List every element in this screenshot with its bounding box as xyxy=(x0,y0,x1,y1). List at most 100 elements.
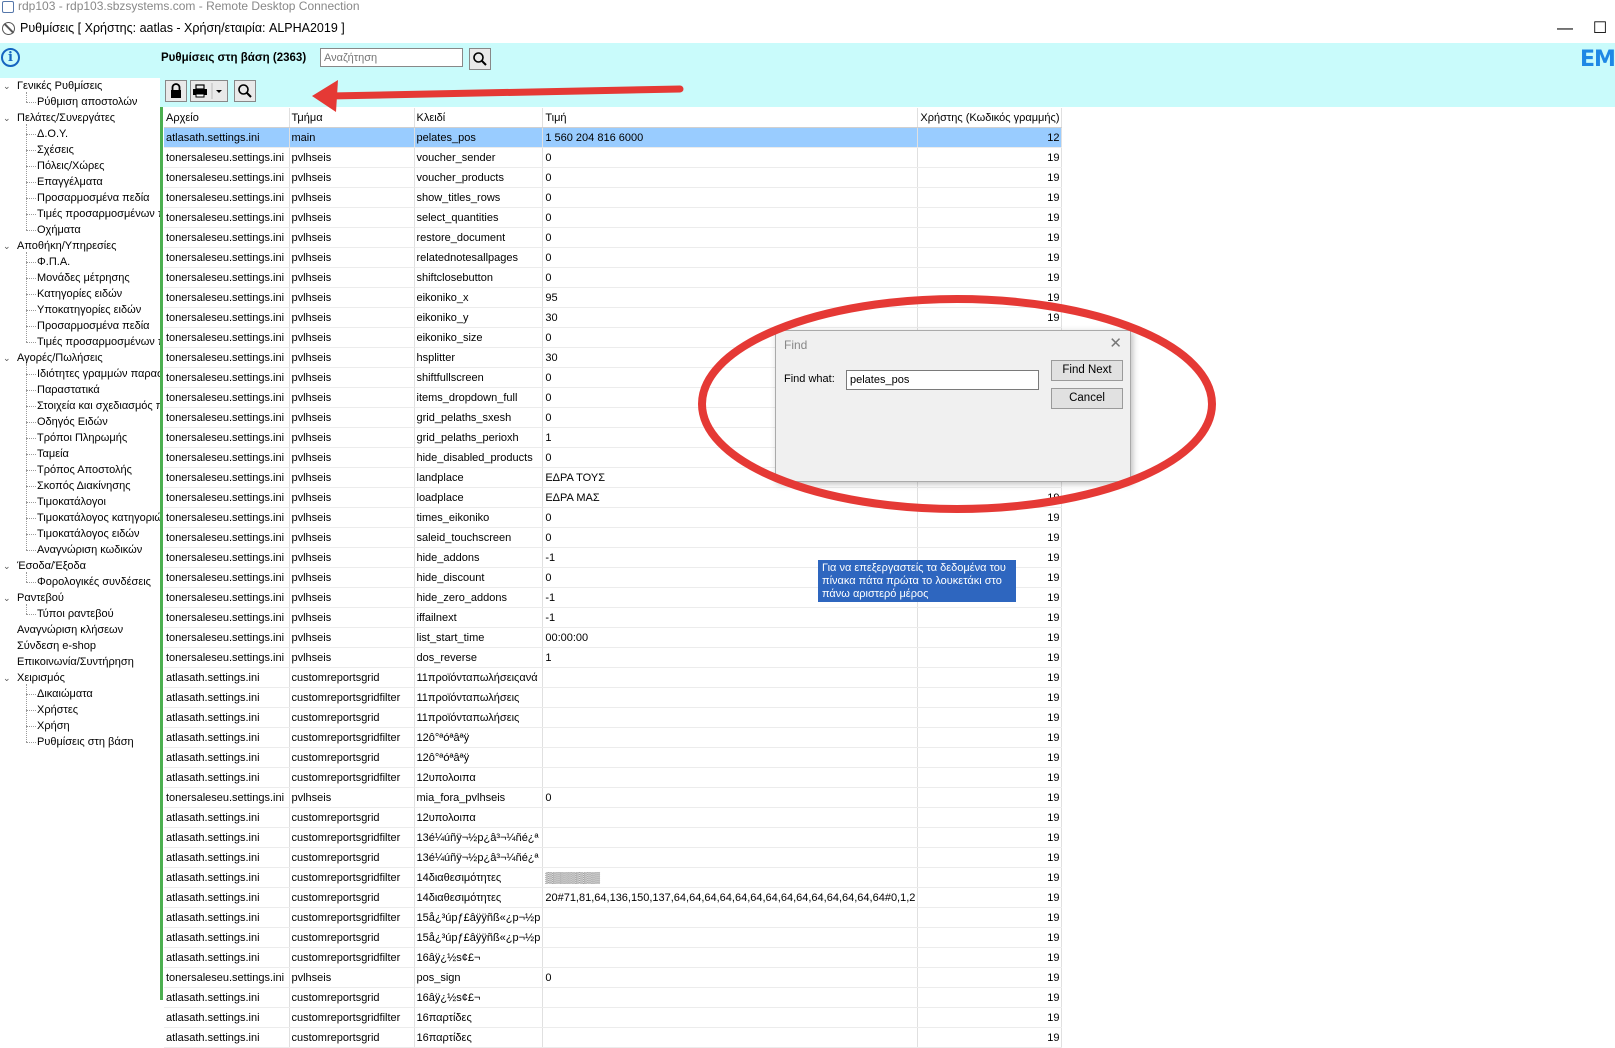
chevron-down-icon[interactable]: ⌄ xyxy=(3,670,13,686)
search-button[interactable] xyxy=(469,48,491,70)
table-cell[interactable] xyxy=(542,687,919,708)
table-cell[interactable]: 19 xyxy=(917,187,1063,208)
tree-item[interactable]: Τιμές προσαρμοσμένων π xyxy=(37,334,160,350)
table-cell[interactable]: customreportsgrid xyxy=(289,747,415,768)
table-cell[interactable]: tonersaleseu.settings.ini xyxy=(164,467,290,488)
table-cell[interactable]: atlasath.settings.ini xyxy=(164,687,290,708)
table-cell[interactable]: atlasath.settings.ini xyxy=(164,767,290,788)
tree-group[interactable]: ⌄ Πελάτες/Συνεργάτες xyxy=(3,110,115,126)
table-cell[interactable]: 0 xyxy=(542,147,919,168)
table-cell[interactable]: tonersaleseu.settings.ini xyxy=(164,427,290,448)
table-cell[interactable]: atlasath.settings.ini xyxy=(164,947,290,968)
table-cell[interactable]: dos_reverse xyxy=(414,647,544,668)
table-cell[interactable]: 11προϊόνταπωλήσεις xyxy=(414,707,544,728)
table-cell[interactable]: pvlhseis xyxy=(289,347,415,368)
table-cell[interactable] xyxy=(542,847,919,868)
tree-item[interactable]: Ρύθμιση αποστολών xyxy=(37,94,137,110)
table-cell[interactable] xyxy=(542,947,919,968)
tree-group[interactable]: Αναγνώριση κλήσεων xyxy=(17,622,123,638)
table-cell[interactable]: 0 xyxy=(542,187,919,208)
table-cell[interactable]: saleid_touchscreen xyxy=(414,527,544,548)
table-cell[interactable]: atlasath.settings.ini xyxy=(164,747,290,768)
table-cell[interactable] xyxy=(542,807,919,828)
table-cell[interactable]: hsplitter xyxy=(414,347,544,368)
table-row[interactable]: tonersaleseu.settings.ini pvlhseis eikonik… xyxy=(164,307,1063,328)
table-cell[interactable]: tonersaleseu.settings.ini xyxy=(164,227,290,248)
table-cell[interactable] xyxy=(542,827,919,848)
table-cell[interactable]: 19 xyxy=(917,307,1063,328)
table-cell[interactable]: 19 xyxy=(917,787,1063,808)
table-cell[interactable]: tonersaleseu.settings.ini xyxy=(164,407,290,428)
table-cell[interactable]: atlasath.settings.ini xyxy=(164,887,290,908)
table-cell[interactable]: 19 xyxy=(917,847,1063,868)
table-cell[interactable]: customreportsgrid xyxy=(289,1027,415,1048)
tree-group[interactable]: Επικοινωνία/Συντήρηση xyxy=(17,654,134,670)
table-cell[interactable]: tonersaleseu.settings.ini xyxy=(164,347,290,368)
table-cell[interactable]: 19 xyxy=(917,707,1063,728)
table-cell[interactable]: tonersaleseu.settings.ini xyxy=(164,547,290,568)
table-cell[interactable]: grid_pelaths_perioxh xyxy=(414,427,544,448)
table-cell[interactable]: tonersaleseu.settings.ini xyxy=(164,647,290,668)
print-button[interactable] xyxy=(190,80,228,102)
table-cell[interactable]: eikoniko_size xyxy=(414,327,544,348)
table-cell[interactable]: tonersaleseu.settings.ini xyxy=(164,167,290,188)
table-cell[interactable]: pvlhseis xyxy=(289,187,415,208)
table-cell[interactable]: 19 xyxy=(917,867,1063,888)
chevron-down-icon[interactable]: ⌄ xyxy=(3,350,13,366)
table-cell[interactable]: 16âÿ¿½s¢£¬ xyxy=(414,987,544,1008)
chevron-down-icon[interactable]: ⌄ xyxy=(3,110,13,126)
table-row[interactable]: tonersaleseu.settings.ini pvlhseis eikonik… xyxy=(164,287,1063,308)
table-cell[interactable]: 0 xyxy=(542,167,919,188)
table-cell[interactable]: 0 xyxy=(542,967,919,988)
column-header[interactable]: Τμήμα xyxy=(289,108,415,128)
table-cell[interactable]: customreportsgrid xyxy=(289,807,415,828)
table-cell[interactable]: customreportsgridfilter xyxy=(289,827,415,848)
table-cell[interactable]: pvlhseis xyxy=(289,507,415,528)
column-header[interactable]: Κλειδί xyxy=(414,108,544,128)
chevron-down-icon[interactable]: ⌄ xyxy=(3,78,13,94)
table-cell[interactable]: 19 xyxy=(917,1007,1063,1028)
table-cell[interactable]: atlasath.settings.ini xyxy=(164,927,290,948)
tree-item[interactable]: Χρήστες xyxy=(37,702,78,718)
table-cell[interactable]: 19 xyxy=(917,747,1063,768)
table-cell[interactable]: 19 xyxy=(917,727,1063,748)
table-row[interactable]: atlasath.settings.ini customreportsgrid 13… xyxy=(164,847,1063,868)
table-row[interactable]: tonersaleseu.settings.ini pvlhseis select_… xyxy=(164,207,1063,228)
table-cell[interactable]: pvlhseis xyxy=(289,387,415,408)
table-cell[interactable]: 0 xyxy=(542,267,919,288)
table-cell[interactable]: pvlhseis xyxy=(289,487,415,508)
table-cell[interactable]: 19 xyxy=(917,207,1063,228)
tree-item[interactable]: Τρόπος Αποστολής xyxy=(37,462,132,478)
table-row[interactable]: tonersaleseu.settings.ini pvlhseis voucher… xyxy=(164,147,1063,168)
table-cell[interactable]: atlasath.settings.ini xyxy=(164,907,290,928)
table-cell[interactable]: 19 xyxy=(917,487,1063,508)
minimize-button[interactable]: — xyxy=(1545,14,1585,43)
table-cell[interactable]: customreportsgrid xyxy=(289,847,415,868)
tree-item[interactable]: Ταμεία xyxy=(37,446,69,462)
table-cell[interactable]: atlasath.settings.ini xyxy=(164,707,290,728)
table-row[interactable]: atlasath.settings.ini customreportsgridfi… xyxy=(164,947,1063,968)
table-cell[interactable]: atlasath.settings.ini xyxy=(164,807,290,828)
table-row[interactable]: atlasath.settings.ini customreportsgridfi… xyxy=(164,907,1063,928)
table-cell[interactable]: tonersaleseu.settings.ini xyxy=(164,627,290,648)
table-row[interactable]: tonersaleseu.settings.ini pvlhseis voucher… xyxy=(164,167,1063,188)
table-cell[interactable]: customreportsgridfilter xyxy=(289,767,415,788)
table-cell[interactable]: grid_pelaths_sxesh xyxy=(414,407,544,428)
table-cell[interactable]: 19 xyxy=(917,947,1063,968)
table-cell[interactable]: landplace xyxy=(414,467,544,488)
table-cell[interactable]: atlasath.settings.ini xyxy=(164,1027,290,1048)
table-cell[interactable]: 19 xyxy=(917,807,1063,828)
tree-group[interactable]: ⌄ Αγορές/Πωλήσεις xyxy=(3,350,103,366)
table-cell[interactable]: 1 560 204 816 6000 xyxy=(542,127,919,148)
table-cell[interactable]: 15å¿³úpƒ£âÿÿñß«¿p¬½p xyxy=(414,927,544,948)
table-cell[interactable]: customreportsgridfilter xyxy=(289,947,415,968)
table-row[interactable]: tonersaleseu.settings.ini pvlhseis list_st… xyxy=(164,627,1063,648)
table-cell[interactable]: atlasath.settings.ini xyxy=(164,867,290,888)
table-cell[interactable]: atlasath.settings.ini xyxy=(164,1007,290,1028)
table-row[interactable]: tonersaleseu.settings.ini pvlhseis pos_sig… xyxy=(164,967,1063,988)
table-cell[interactable]: 30 xyxy=(542,307,919,328)
table-cell[interactable]: 0 xyxy=(542,787,919,808)
table-cell[interactable]: 11προϊόνταπωλήσεις xyxy=(414,687,544,708)
table-cell[interactable]: tonersaleseu.settings.ini xyxy=(164,187,290,208)
table-cell[interactable]: pvlhseis xyxy=(289,307,415,328)
